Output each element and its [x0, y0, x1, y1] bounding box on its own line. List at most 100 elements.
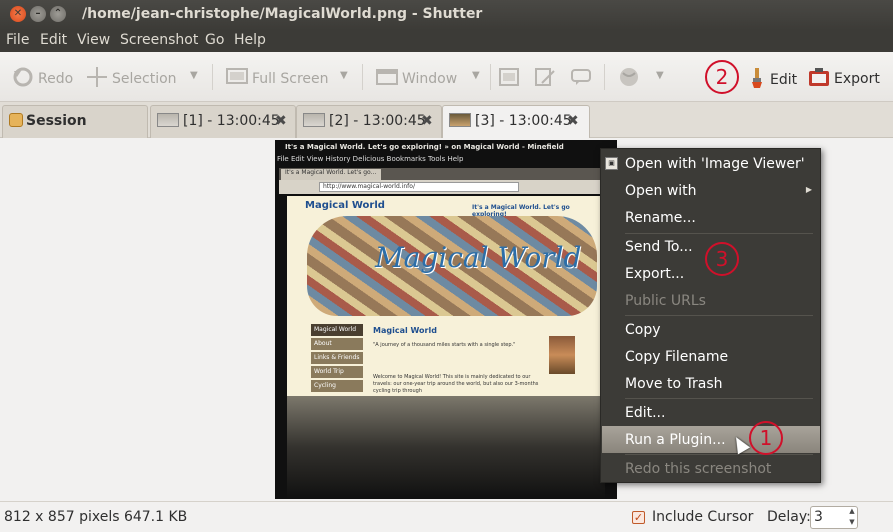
- menu-screenshot[interactable]: Screenshot: [120, 32, 198, 48]
- site-quote: "A journey of a thousand miles starts wi…: [373, 342, 516, 348]
- window-button[interactable]: Window: [376, 67, 457, 91]
- menu-public-urls: Public URLs: [625, 293, 706, 309]
- close-window-button[interactable]: ✕: [10, 6, 26, 22]
- collage-title: Magical World: [375, 241, 582, 274]
- site-sidebar-item: About: [311, 338, 363, 350]
- menu-redo-screenshot: Redo this screenshot: [625, 461, 772, 477]
- full-screen-dropdown-icon[interactable]: ▼: [340, 70, 348, 81]
- screenshot-preview[interactable]: It's a Magical World. Let's go exploring…: [275, 140, 617, 499]
- site-body-text: Welcome to Magical World! This site is m…: [373, 374, 539, 394]
- spin-arrows-icon[interactable]: ▲ ▼: [846, 506, 858, 529]
- toolbar-separator: [212, 64, 213, 90]
- reflection-effect: [287, 396, 605, 499]
- session-hand-icon: [9, 113, 23, 127]
- tooltip-capture-icon[interactable]: [534, 67, 556, 91]
- window-title: /home/jean-christophe/MagicalWorld.png -…: [82, 6, 483, 22]
- redo-icon: [12, 67, 34, 91]
- tab-label: [1] - 13:00:45: [183, 113, 280, 129]
- menu-help[interactable]: Help: [234, 32, 266, 48]
- annotation-circle-2: 2: [705, 60, 739, 94]
- tab-screenshot-3[interactable]: [3] - 13:00:45 ✖: [442, 105, 590, 139]
- site-heading: Magical World: [373, 326, 437, 335]
- site-sidebar: Magical World About Links & Friends Worl…: [311, 324, 363, 394]
- thumbnail-icon: [303, 113, 325, 127]
- window-label: Window: [402, 71, 458, 87]
- paint-brush-icon: [748, 67, 766, 93]
- thumbnail-icon: [157, 113, 179, 127]
- toolbar-separator: [604, 64, 605, 90]
- tab-screenshot-2[interactable]: [2] - 13:00:45 ✖: [296, 105, 442, 138]
- include-cursor-checkbox[interactable]: ✓: [632, 511, 645, 524]
- delay-label: Delay:: [767, 509, 811, 525]
- image-viewer-icon: ▣: [605, 157, 618, 170]
- tab-close-icon[interactable]: ✖: [275, 113, 287, 129]
- tab-close-icon[interactable]: ✖: [421, 113, 433, 129]
- menu-view[interactable]: View: [77, 32, 110, 48]
- inner-url-field: http://www.magical-world.info/: [319, 182, 519, 192]
- menu-rename[interactable]: Rename...: [625, 206, 696, 230]
- menu-run-a-plugin[interactable]: Run a Plugin...: [625, 428, 726, 452]
- menu-open-with-image-viewer[interactable]: Open with 'Image Viewer': [625, 152, 805, 176]
- context-menu: ▣ Open with 'Image Viewer' Open with ▶ R…: [600, 148, 821, 483]
- session-tab-bar: Session [1] - 13:00:45 ✖ [2] - 13:00:45 …: [0, 102, 893, 139]
- redo-button[interactable]: Redo: [12, 67, 73, 91]
- selection-dropdown-icon[interactable]: ▼: [190, 70, 198, 81]
- menu-edit[interactable]: Edit: [40, 32, 67, 48]
- crosshair-icon: [86, 67, 108, 91]
- menu-export[interactable]: Export...: [625, 262, 684, 286]
- selection-label: Selection: [112, 71, 177, 87]
- menu-separator: [625, 315, 813, 316]
- menu-copy[interactable]: Copy: [625, 318, 661, 342]
- export-icon: [808, 67, 830, 91]
- toolbar: Redo Selection ▼ Full Screen ▼ Window ▼ …: [0, 52, 893, 102]
- site-photo: [549, 336, 575, 374]
- inner-nav-bar: http://www.magical-world.info/: [279, 180, 617, 194]
- menu-bar: File Edit View Screenshot Go Help: [0, 30, 893, 52]
- include-cursor-label: Include Cursor: [652, 509, 754, 525]
- tab-session-label: Session: [26, 113, 87, 129]
- thumbnail-icon: [449, 113, 471, 127]
- web-capture-icon[interactable]: [618, 67, 640, 91]
- menu-send-to[interactable]: Send To...: [625, 235, 693, 259]
- toolbar-separator: [490, 64, 491, 90]
- site-logo: Magical World: [305, 200, 385, 211]
- status-bar: 812 x 857 pixels 647.1 KB ✓ Include Curs…: [0, 501, 893, 532]
- full-screen-label: Full Screen: [252, 71, 329, 87]
- export-button[interactable]: Export: [808, 67, 880, 91]
- web-dropdown-icon[interactable]: ▼: [656, 70, 664, 81]
- window-dropdown-icon[interactable]: ▼: [472, 70, 480, 81]
- menu-open-with[interactable]: Open with: [625, 179, 697, 203]
- menu-edit-item[interactable]: Edit...: [625, 401, 665, 425]
- annotation-circle-1: 1: [749, 421, 783, 455]
- site-sidebar-item: Cycling: [311, 380, 363, 392]
- edit-button[interactable]: Edit: [748, 67, 797, 93]
- menu-separator: [625, 233, 813, 234]
- menu-go[interactable]: Go: [205, 32, 224, 48]
- export-label: Export: [834, 71, 880, 87]
- tab-close-icon[interactable]: ✖: [567, 113, 579, 129]
- menu-separator: [625, 398, 813, 399]
- menu-move-to-trash[interactable]: Move to Trash: [625, 372, 723, 396]
- window-icon: [376, 67, 398, 91]
- tab-label: [3] - 13:00:45: [475, 113, 572, 129]
- menu-copy-filename[interactable]: Copy Filename: [625, 345, 728, 369]
- submenu-arrow-icon: ▶: [805, 185, 812, 194]
- toolbar-separator: [362, 64, 363, 90]
- site-sidebar-item: World Trip: [311, 366, 363, 378]
- maximize-window-button[interactable]: ⌃: [50, 6, 66, 22]
- tab-screenshot-1[interactable]: [1] - 13:00:45 ✖: [150, 105, 296, 138]
- inner-menu-bar: File Edit View History Delicious Bookmar…: [277, 155, 464, 163]
- minimize-window-button[interactable]: –: [30, 6, 46, 22]
- image-info: 812 x 857 pixels 647.1 KB: [4, 509, 188, 525]
- inner-web-page: Magical World It's a Magical World. Let'…: [287, 196, 605, 396]
- inner-tab: It's a Magical World. Let's go...: [281, 169, 381, 180]
- tab-label: [2] - 13:00:45: [329, 113, 426, 129]
- tab-session[interactable]: Session: [2, 105, 148, 138]
- menu-file[interactable]: File: [6, 32, 29, 48]
- monitor-icon: [226, 67, 248, 91]
- full-screen-button[interactable]: Full Screen: [226, 67, 329, 91]
- speech-bubble-icon[interactable]: [570, 67, 592, 91]
- selection-button[interactable]: Selection: [86, 67, 177, 91]
- menu-capture-icon[interactable]: [498, 67, 520, 91]
- inner-tab-strip: It's a Magical World. Let's go...: [279, 168, 617, 180]
